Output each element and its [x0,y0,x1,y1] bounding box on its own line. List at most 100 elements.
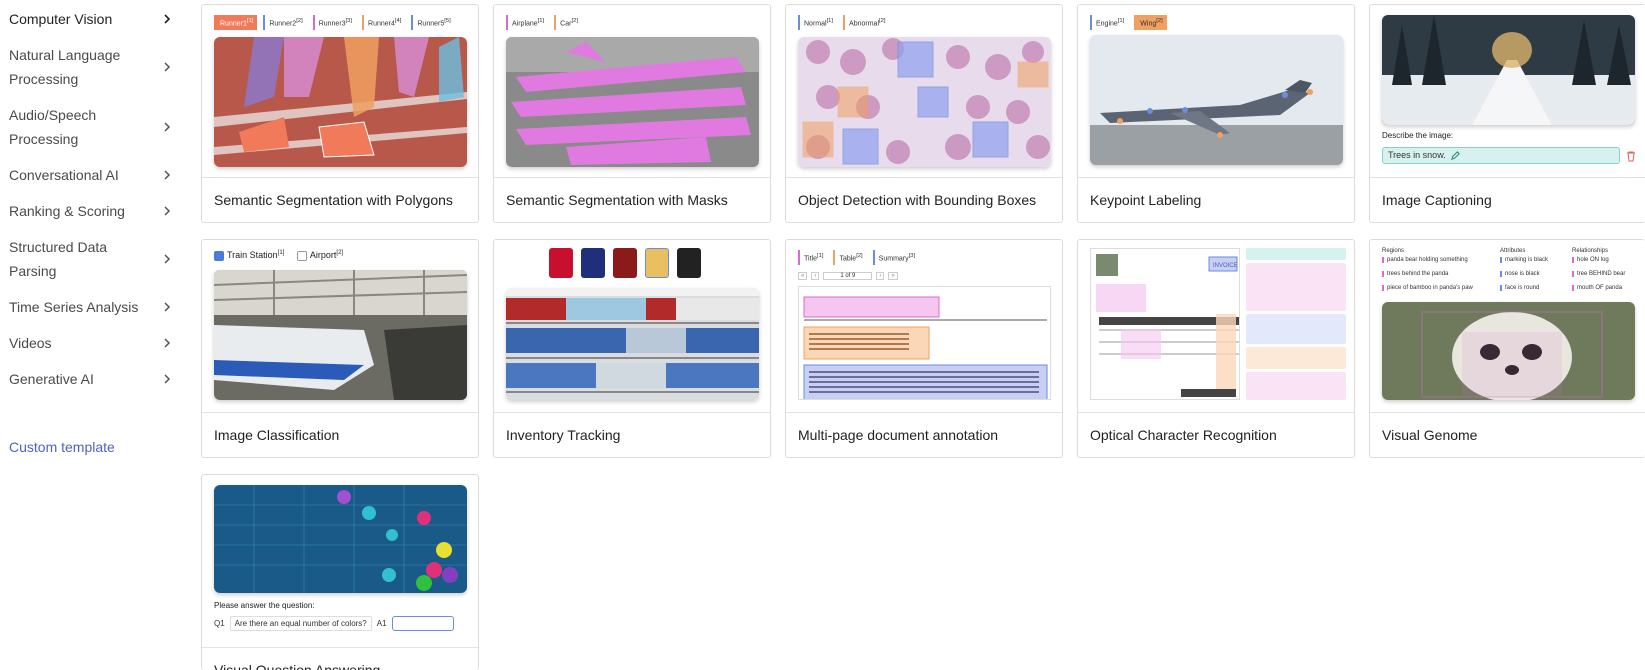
checkbox[interactable] [296,250,307,261]
sidebar-item-label: Natural Language Processing [9,47,121,87]
region-item[interactable]: trees behind the panda [1382,271,1448,277]
card-title: Object Detection with Bounding Boxes [786,177,1062,222]
pencil-icon[interactable] [1451,151,1461,161]
card-preview: Train Station[1] Airport[2] [202,240,478,412]
label-tag[interactable]: Runner5[5] [411,15,454,31]
template-card-image-classification[interactable]: Train Station[1] Airport[2] Image Classi… [201,239,479,458]
sidebar-item-conversational-ai[interactable]: Conversational AI [9,163,179,187]
label-tag[interactable]: Airplane[1] [506,15,548,31]
runners-image [214,37,467,167]
template-card-inventory-tracking[interactable]: Inventory Tracking [493,239,771,458]
attribute-item[interactable]: marking is black [1500,257,1548,263]
attribute-item[interactable]: face is round [1500,285,1539,291]
product-thumbnail[interactable] [581,248,605,278]
hotkey: [2] [1156,18,1163,24]
checkbox-train-station[interactable]: Train Station[1] [214,250,284,261]
card-preview [494,240,770,412]
product-thumbnail[interactable] [549,248,573,278]
sidebar-item-generative-ai[interactable]: Generative AI [9,367,179,391]
region-item[interactable]: piece of bamboo in panda's paw [1382,285,1473,291]
chevron-right-icon [164,62,171,72]
prev-page-button[interactable]: ‹ [811,272,820,280]
answer-input[interactable] [391,616,454,631]
chevron-right-icon [164,254,171,264]
template-card-multipage-document[interactable]: Title[1] Table[2] Summary[3] « ‹ 1 of 9 … [785,239,1063,458]
label-tag[interactable]: Runner3[3] [312,15,356,31]
sidebar: Computer Vision Natural Language Process… [0,0,190,670]
label-tag[interactable]: Normal[1] [798,15,837,31]
answer-label: A1 [376,619,387,628]
relationship-item[interactable]: hole ON log [1572,257,1609,263]
label-tag[interactable]: Engine[1] [1090,15,1128,31]
region-item[interactable]: panda bear holding something [1382,257,1468,263]
relationship-item[interactable]: mouth OF panda [1572,285,1622,291]
card-preview: Please answer the question: Q1 Are there… [202,475,478,647]
checkbox[interactable] [214,250,224,261]
template-card-vqa[interactable]: Please answer the question: Q1 Are there… [201,474,479,670]
ocr-region-text[interactable] [1246,372,1346,400]
label-tag[interactable]: Summary[3] [872,250,919,266]
template-card-semantic-segmentation-polygons[interactable]: Runner1[1] Runner2[2] Runner3[3] Runner4… [201,4,479,223]
product-thumbnail[interactable] [613,248,637,278]
label-text: Summary [878,255,909,263]
hotkey: [1] [246,18,254,24]
chevron-right-icon [164,302,171,312]
last-page-button[interactable]: » [888,272,898,280]
label-tag[interactable]: Table[2] [833,250,866,266]
chevron-right-icon [164,374,171,384]
chevron-right-icon [164,206,171,216]
sidebar-item-label: Structured Data Parsing [9,239,108,279]
sidebar-item-computer-vision[interactable]: Computer Vision [9,7,179,31]
hotkey: [1] [826,18,834,24]
template-card-keypoint-labeling[interactable]: Engine[1] Wing[2] Keypoint Labeling [1077,4,1355,223]
sidebar-item-videos[interactable]: Videos [9,331,179,355]
trash-icon[interactable] [1626,151,1636,162]
label-tag[interactable]: Abnormal[2] [843,15,889,31]
template-card-semantic-segmentation-masks[interactable]: Airplane[1] Car[2] Semantic Segmentation… [493,4,771,223]
attribute-item[interactable]: nose is black [1500,271,1540,277]
vqa-instruction: Please answer the question: [214,601,315,610]
balls-image [214,485,467,593]
label-text: Runner2 [269,20,297,28]
template-card-visual-genome[interactable]: Regions Attributes Relationships panda b… [1369,239,1645,458]
label-tags: Airplane[1] Car[2] [506,15,582,31]
ocr-region-text[interactable] [1246,263,1346,311]
template-card-image-captioning[interactable]: Describe the image: Trees in snow. Image… [1369,4,1645,223]
label-tag[interactable]: Title[1] [798,250,827,266]
label-tag[interactable]: Runner4[4] [362,15,405,31]
relationship-item[interactable]: tree BEHIND bear [1572,271,1625,277]
caption-answer[interactable]: Trees in snow. [1382,147,1620,164]
hotkey: [2] [879,18,886,24]
checkbox-airport[interactable]: Airport[2] [296,250,343,261]
product-thumbnail[interactable] [645,248,669,278]
ocr-region-logo[interactable] [1246,248,1346,260]
hotkey: [3] [345,18,353,24]
template-card-object-detection[interactable]: Normal[1] Abnormal[2] Object Detection w… [785,4,1063,223]
invoice-heading: INVOICE [1213,263,1238,269]
sidebar-item-ranking-scoring[interactable]: Ranking & Scoring [9,199,179,223]
sidebar-item-nlp[interactable]: Natural Language Processing [9,43,179,91]
option-label: Airport [309,250,337,260]
next-page-button[interactable]: › [876,272,885,280]
label-tag[interactable]: Runner1[1] [214,15,258,31]
page-indicator[interactable]: 1 of 9 [823,272,873,280]
card-title: Semantic Segmentation with Masks [494,177,770,222]
template-card-ocr[interactable]: INVOICE Optical Character Recognition [1077,239,1355,458]
label-text: Normal [804,20,827,28]
sidebar-item-label: Computer Vision [9,11,113,27]
first-page-button[interactable]: « [798,272,808,280]
card-title: Keypoint Labeling [1078,177,1354,222]
sidebar-item-structured-data[interactable]: Structured Data Parsing [9,235,179,283]
custom-template-link[interactable]: Custom template [9,439,115,455]
label-tag[interactable]: Runner2[2] [263,15,306,31]
chevron-right-icon [164,14,171,24]
sidebar-item-audio-speech[interactable]: Audio/Speech Processing [9,103,179,151]
question-label: Q1 [214,619,225,628]
label-tag[interactable]: Wing[2] [1134,15,1167,31]
sidebar-item-time-series[interactable]: Time Series Analysis [9,295,179,319]
caption-answer-text: Trees in snow. [1388,150,1446,160]
label-tag[interactable]: Car[2] [554,15,582,31]
ocr-region-title[interactable] [1246,314,1346,344]
ocr-region-price[interactable] [1246,347,1346,369]
product-thumbnail[interactable] [677,248,701,278]
